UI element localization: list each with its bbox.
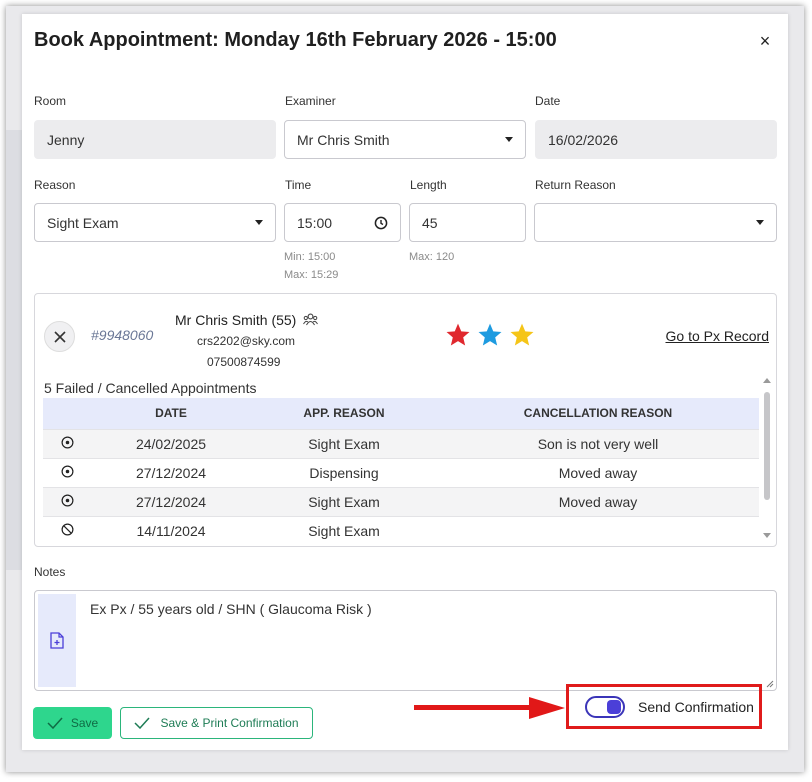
row-cancellation: Son is not very well [437, 428, 759, 458]
row-status-icon [43, 515, 91, 545]
clock-icon[interactable] [374, 216, 388, 230]
room-value: Jenny [47, 131, 85, 148]
examiner-value: Mr Chris Smith [297, 131, 390, 148]
return-reason-label: Return Reason [535, 178, 616, 192]
background-page-strip [6, 130, 22, 570]
add-note-button[interactable] [38, 594, 76, 687]
time-value: 15:00 [297, 214, 333, 231]
patient-card: #9948060 Mr Chris Smith (55) crs2202@sky… [34, 293, 777, 547]
table-row: 27/12/2024 Dispensing Moved away [43, 457, 759, 487]
time-input[interactable]: 15:00 [284, 203, 401, 242]
col-icon [43, 398, 91, 429]
star-icon-red [446, 323, 470, 346]
row-reason: Sight Exam [251, 486, 437, 516]
close-icon [53, 330, 66, 343]
chevron-down-icon [756, 220, 764, 225]
row-reason: Sight Exam [251, 428, 437, 458]
scroll-up-icon[interactable] [763, 378, 771, 383]
row-reason: Dispensing [251, 457, 437, 487]
close-icon[interactable]: × [756, 32, 774, 50]
book-appointment-dialog: Book Appointment: Monday 16th February 2… [22, 14, 788, 750]
notes-label: Notes [34, 565, 66, 579]
reason-select[interactable]: Sight Exam [34, 203, 276, 242]
date-value: 16/02/2026 [548, 131, 619, 148]
failed-appointments-table: DATE APP. REASON CANCELLATION REASON 24/… [43, 398, 759, 545]
patient-name: Mr Chris Smith (55) [175, 312, 319, 328]
reason-value: Sight Exam [47, 214, 119, 231]
patient-email: crs2202@sky.com [197, 334, 295, 348]
patient-rating [445, 322, 535, 348]
save-and-print-label: Save & Print Confirmation [160, 716, 299, 730]
col-date: DATE [91, 398, 251, 429]
ban-icon [61, 523, 73, 536]
reason-label: Reason [34, 178, 76, 192]
row-cancellation: Moved away [437, 486, 759, 516]
scroll-down-icon[interactable] [763, 533, 771, 538]
time-min-hint: Min: 15:00 [284, 251, 336, 263]
dot-circle-icon [61, 465, 73, 477]
time-label: Time [285, 178, 312, 192]
length-value: 45 [422, 214, 438, 231]
room-label: Room [34, 94, 67, 108]
go-to-px-record-link[interactable]: Go to Px Record [666, 328, 770, 344]
chevron-down-icon [505, 137, 513, 142]
row-date: 27/12/2024 [91, 486, 251, 516]
save-label: Save [70, 716, 99, 730]
check-icon [134, 717, 151, 729]
patient-phone: 07500874599 [207, 355, 281, 369]
remove-patient-button[interactable] [44, 321, 75, 352]
row-status-icon [43, 428, 91, 458]
length-input[interactable]: 45 [409, 203, 526, 242]
save-button[interactable]: Save [33, 707, 112, 739]
star-icon-blue [478, 323, 502, 346]
length-max-hint: Max: 120 [409, 251, 455, 263]
notes-textarea[interactable]: Ex Px / 55 years old / SHN ( Glaucoma Ri… [34, 590, 777, 691]
room-field: Jenny [34, 120, 276, 159]
resize-handle-icon[interactable] [766, 680, 774, 688]
table-row: 24/02/2025 Sight Exam Son is not very we… [43, 428, 759, 458]
send-confirmation-toggle[interactable] [585, 695, 625, 718]
time-max-hint: Max: 15:29 [284, 269, 339, 281]
patient-name-text: Mr Chris Smith (55) [175, 312, 297, 328]
chevron-down-icon [255, 220, 263, 225]
length-label: Length [410, 178, 447, 192]
family-group-icon [303, 313, 319, 326]
patient-id: #9948060 [91, 327, 154, 343]
return-reason-select[interactable] [534, 203, 777, 242]
send-confirmation-highlight: Send Confirmation [566, 684, 762, 729]
date-label: Date [535, 94, 561, 108]
failed-appointments-title: 5 Failed / Cancelled Appointments [44, 380, 257, 396]
row-date: 27/12/2024 [91, 457, 251, 487]
file-plus-icon [50, 632, 64, 649]
annotation-arrow-shaft [414, 705, 534, 710]
dot-circle-icon [61, 494, 73, 506]
col-app-reason: APP. REASON [251, 398, 437, 429]
table-header-row: DATE APP. REASON CANCELLATION REASON [43, 398, 759, 429]
row-date: 24/02/2025 [91, 428, 251, 458]
table-row: 27/12/2024 Sight Exam Moved away [43, 486, 759, 516]
dialog-title: Book Appointment: Monday 16th February 2… [34, 29, 557, 51]
row-status-icon [43, 457, 91, 487]
table-row: 14/11/2024 Sight Exam [43, 515, 759, 545]
scrollbar-thumb[interactable] [764, 392, 770, 500]
row-cancellation [437, 515, 759, 545]
col-cancellation-reason: CANCELLATION REASON [437, 398, 759, 429]
annotation-arrow-head [529, 697, 565, 719]
check-icon [47, 717, 63, 729]
star-icon-yellow [510, 323, 534, 346]
save-and-print-button[interactable]: Save & Print Confirmation [120, 707, 313, 739]
row-status-icon [43, 486, 91, 516]
notes-value: Ex Px / 55 years old / SHN ( Glaucoma Ri… [90, 601, 372, 617]
date-field: 16/02/2026 [535, 120, 777, 159]
row-date: 14/11/2024 [91, 515, 251, 545]
row-reason: Sight Exam [251, 515, 437, 545]
row-cancellation: Moved away [437, 457, 759, 487]
toggle-knob [607, 699, 621, 714]
table-scrollbar[interactable] [763, 378, 771, 538]
examiner-select[interactable]: Mr Chris Smith [284, 120, 526, 159]
examiner-label: Examiner [285, 94, 336, 108]
dot-circle-icon [61, 436, 73, 448]
send-confirmation-label: Send Confirmation [638, 698, 754, 715]
